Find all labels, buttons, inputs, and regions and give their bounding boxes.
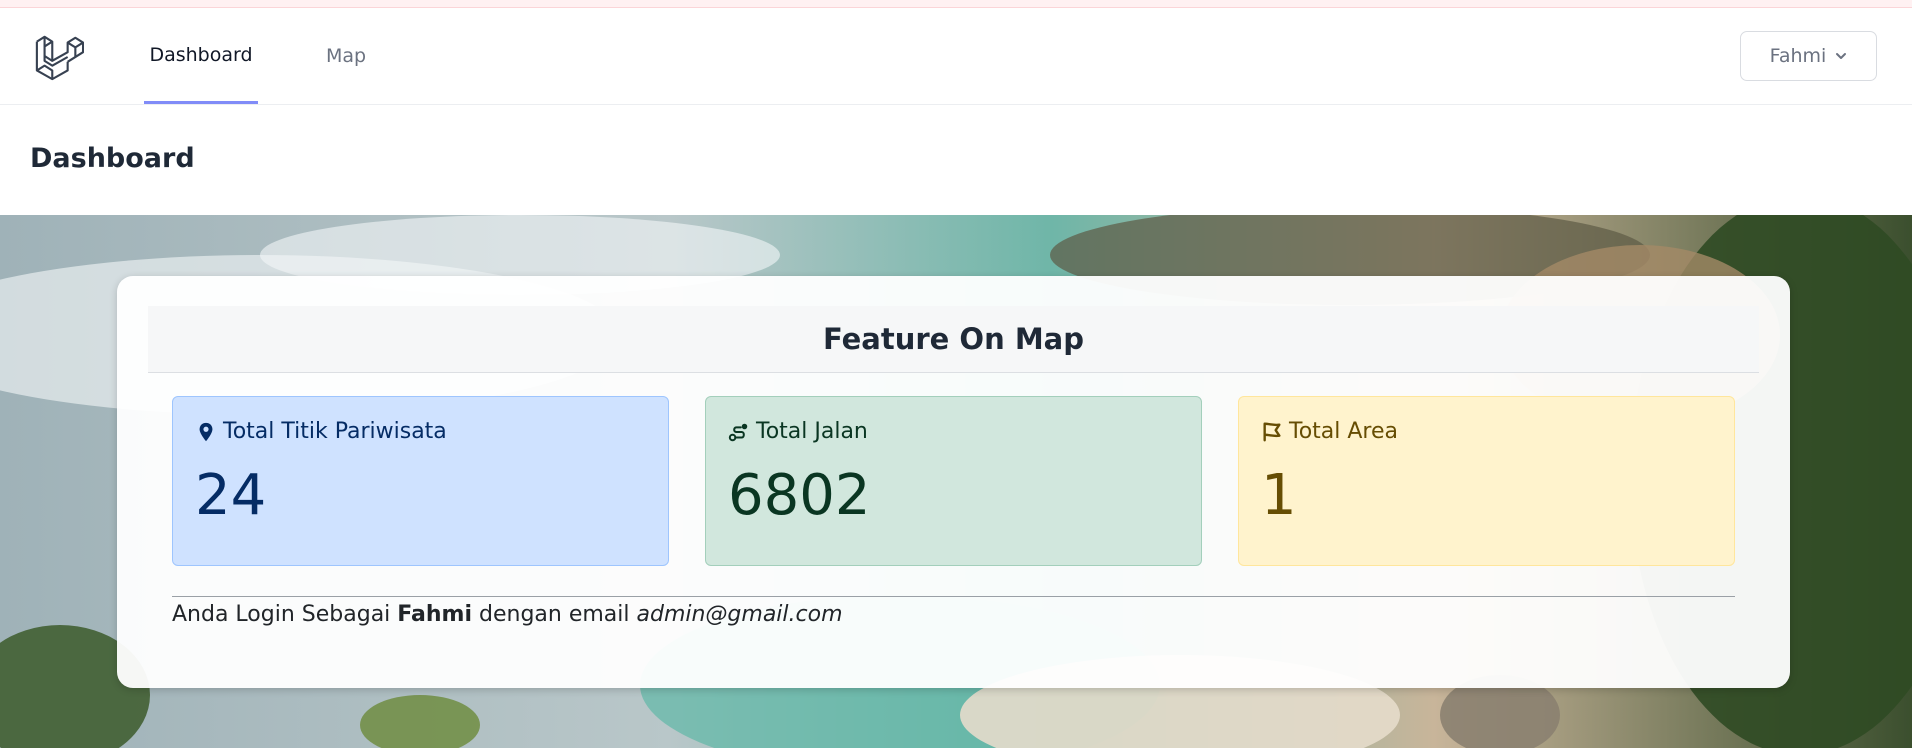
stat-card-area: Total Area 1 [1238,396,1735,566]
area-icon [1263,422,1281,441]
user-menu-button[interactable]: Fahmi [1740,31,1877,81]
divider [172,596,1735,597]
stat-label-row: Total Area [1261,419,1398,444]
stat-label-row: Total Titik Pariwisata [195,419,447,444]
page-header: Dashboard [0,105,1912,215]
stat-card-roads: Total Jalan 6802 [705,396,1202,566]
login-info-text: Anda Login Sebagai Fahmi dengan email ad… [172,602,843,627]
top-accent-line [0,0,1912,8]
login-prefix: Anda Login Sebagai [172,602,391,627]
route-icon [728,423,748,441]
chevron-down-icon [1836,53,1847,59]
login-middle: dengan email [479,602,630,627]
feature-summary-card: Feature On Map Total Titik Pariwisata 24… [117,276,1790,688]
card-title: Feature On Map [148,306,1759,373]
nav-link-map[interactable]: Map [316,8,376,104]
stat-label-row: Total Jalan [728,419,868,444]
map-pin-icon [199,422,213,441]
stat-value: 1 [1261,463,1297,528]
nav-link-dashboard[interactable]: Dashboard [144,8,258,104]
stat-label: Total Area [1289,419,1399,444]
stat-label: Total Jalan [756,419,868,444]
top-navbar: Dashboard Map Fahmi [0,8,1912,105]
stat-value: 24 [195,463,267,528]
user-name: Fahmi [1769,45,1827,67]
login-email: admin@gmail.com [636,602,843,627]
laravel-logo-icon[interactable] [34,32,84,82]
stat-card-tourism-points: Total Titik Pariwisata 24 [172,396,669,566]
login-user-name: Fahmi [397,602,472,627]
stat-label: Total Titik Pariwisata [223,419,447,444]
page-title: Dashboard [30,143,195,174]
stat-value: 6802 [728,463,871,528]
